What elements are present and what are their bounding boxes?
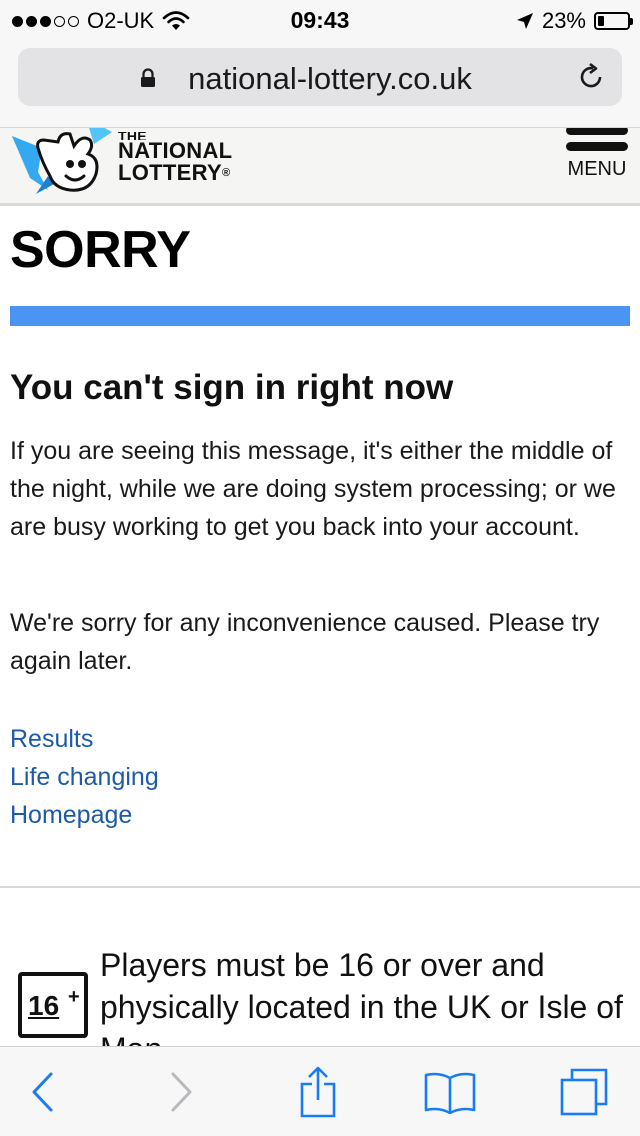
menu-label: MENU	[567, 158, 627, 180]
status-bar: O2-UK 09:43 23%	[0, 0, 640, 40]
bookmarks-button[interactable]	[420, 1067, 480, 1117]
error-message: If you are seeing this message, it's eit…	[10, 437, 616, 541]
back-button[interactable]	[12, 1067, 72, 1117]
location-arrow-icon	[516, 13, 533, 29]
section-divider	[0, 886, 640, 888]
bookmarks-icon	[424, 1072, 476, 1114]
site-header: THE NATIONAL LOTTERY® MENU	[0, 128, 640, 206]
page-title: SORRY	[10, 221, 191, 279]
link-homepage[interactable]: Homepage	[10, 796, 159, 834]
url-text: national-lottery.co.uk	[188, 61, 472, 96]
accent-divider	[10, 306, 630, 326]
browser-toolbar	[0, 1046, 640, 1136]
tabs-icon	[560, 1068, 608, 1116]
battery-percent: 23%	[541, 8, 586, 33]
status-right: 23%	[516, 8, 633, 34]
apology-message: We're sorry for any inconvenience caused…	[10, 609, 600, 675]
error-subheading: You can't sign in right now	[10, 368, 454, 407]
menu-button[interactable]: MENU	[562, 128, 632, 196]
age-badge-plus: +	[68, 986, 80, 1008]
link-life-changing[interactable]: Life changing	[10, 758, 159, 796]
crossed-fingers-logo-icon[interactable]	[8, 128, 118, 198]
age-badge-number: 16	[28, 990, 60, 1021]
logo-line-lottery: LOTTERY	[118, 160, 222, 185]
share-icon	[300, 1066, 336, 1118]
share-button[interactable]	[288, 1066, 348, 1118]
address-bar[interactable]: national-lottery.co.uk	[18, 48, 622, 106]
reload-icon[interactable]	[576, 62, 606, 92]
helpful-links: Results Life changing Homepage	[10, 720, 159, 834]
battery-level	[598, 16, 605, 26]
forward-button[interactable]	[152, 1067, 212, 1117]
registered-mark: ®	[221, 167, 231, 179]
age-16-plus-icon: 16 +	[18, 972, 88, 1038]
battery-icon	[594, 12, 633, 30]
hamburger-icon	[562, 128, 632, 151]
link-results[interactable]: Results	[10, 720, 159, 758]
national-lottery-logo-text[interactable]: THE NATIONAL LOTTERY®	[118, 132, 232, 184]
browser-address-area: national-lottery.co.uk	[0, 40, 640, 128]
tabs-button[interactable]	[554, 1067, 614, 1117]
back-icon	[32, 1072, 53, 1112]
forward-icon	[171, 1072, 192, 1112]
